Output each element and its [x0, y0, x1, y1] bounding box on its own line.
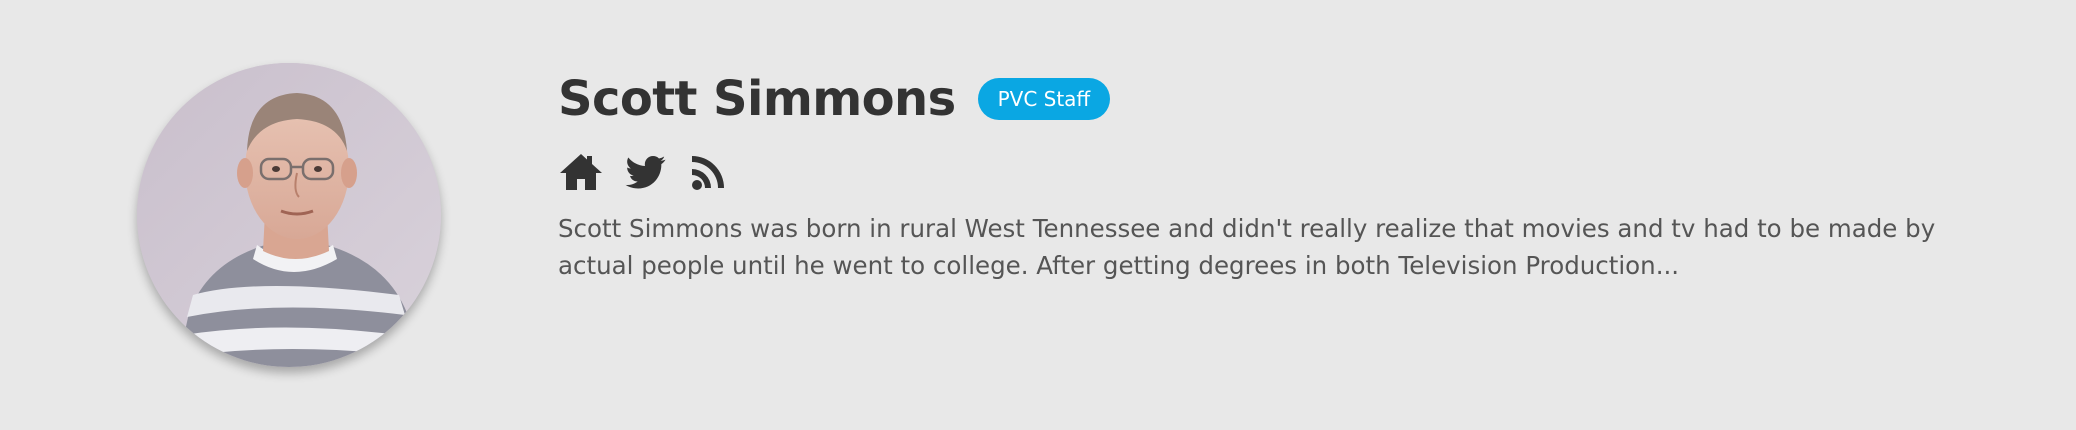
rss-icon: [692, 156, 724, 190]
social-links: [558, 150, 2018, 194]
author-info: Scott Simmons PVC Staff Scott Simmons wa…: [558, 64, 2018, 284]
author-avatar: [137, 63, 441, 367]
name-row: Scott Simmons PVC Staff: [558, 64, 2018, 134]
rss-link[interactable]: [688, 152, 734, 192]
home-icon: [560, 154, 602, 190]
author-card: Scott Simmons PVC Staff Scott Simmons wa…: [0, 0, 2076, 430]
twitter-icon: [625, 156, 666, 189]
staff-badge: PVC Staff: [977, 78, 1111, 120]
twitter-link[interactable]: [623, 152, 669, 192]
author-bio: Scott Simmons was born in rural West Ten…: [558, 214, 1936, 280]
home-link[interactable]: [558, 152, 604, 192]
author-name: Scott Simmons: [558, 71, 956, 127]
